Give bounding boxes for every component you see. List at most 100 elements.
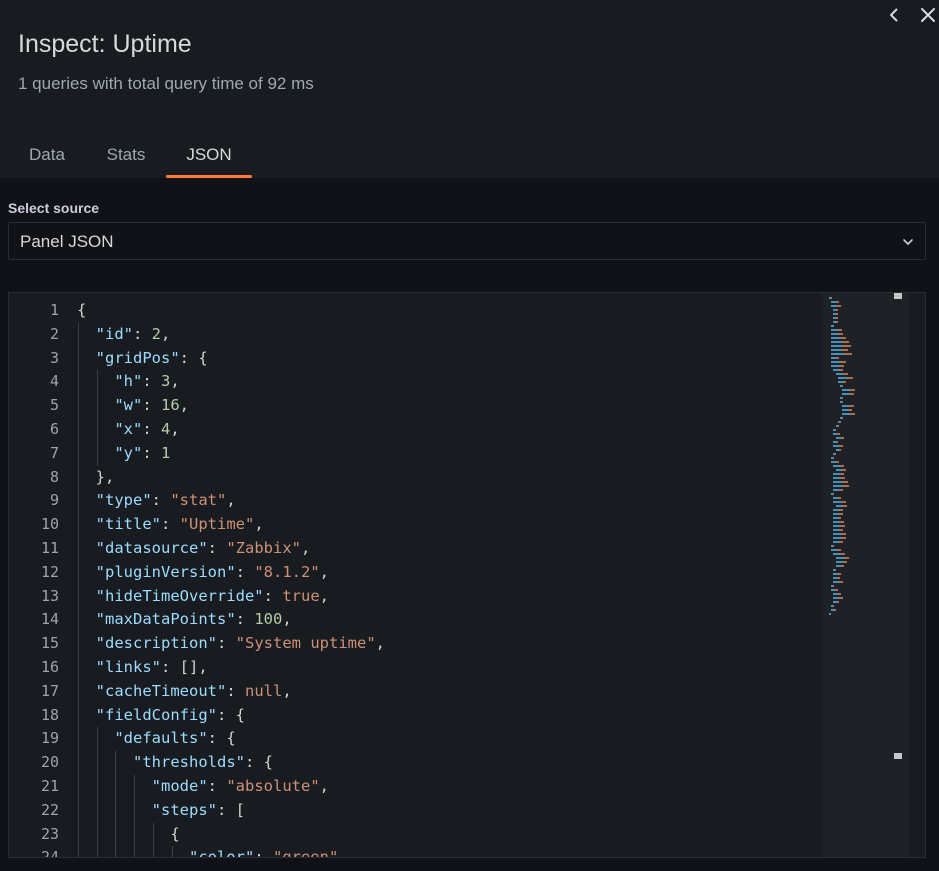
- code-line: "title": "Uptime",: [95, 515, 264, 534]
- minimap-line: [833, 517, 842, 519]
- minimap-line: [833, 525, 846, 527]
- indent-guide: [78, 775, 79, 799]
- indent-guide: [78, 537, 79, 561]
- minimap-line: [835, 557, 849, 559]
- code-line: "hideTimeOverride": true,: [95, 586, 329, 605]
- code-line: "maxDataPoints": 100,: [95, 610, 292, 629]
- minimap-line: [835, 469, 846, 471]
- indent-guide: [115, 798, 117, 823]
- select-source-label: Select source: [8, 200, 100, 216]
- minimap-line: [833, 529, 844, 531]
- indent-guide: [171, 846, 173, 857]
- indent-guide: [96, 370, 98, 395]
- minimap-line: [835, 449, 841, 451]
- minimap-line: [829, 613, 831, 615]
- tab-stats[interactable]: Stats: [104, 138, 148, 178]
- minimap-line: [833, 429, 837, 431]
- minimap-line: [831, 349, 849, 351]
- minimap-line: [833, 313, 839, 315]
- minimap-line: [833, 433, 841, 435]
- minimap-line: [831, 325, 835, 327]
- indent-guide: [96, 394, 98, 418]
- minimap-line: [835, 505, 847, 507]
- code-line: "y": 1: [114, 443, 171, 462]
- inspect-header: Inspect: Uptime 1 queries with total que…: [0, 0, 939, 178]
- minimap-line: [833, 597, 844, 599]
- minimap-line: [831, 609, 837, 611]
- indent-guide: [96, 441, 98, 466]
- minimap-line: [840, 385, 843, 387]
- indent-guide: [134, 798, 136, 823]
- minimap-line: [831, 457, 835, 459]
- line-number: 8: [49, 467, 59, 486]
- code-line: "type": "stat",: [95, 491, 236, 510]
- line-number: 4: [49, 372, 59, 391]
- close-button[interactable]: [917, 4, 939, 26]
- code-area[interactable]: { "id": 2, "gridPos": { "h": 3, "w": 16,…: [77, 299, 817, 858]
- indent-guide: [78, 394, 79, 418]
- code-line: "description": "System uptime",: [95, 634, 385, 653]
- close-icon: [921, 8, 935, 22]
- indent-guide: [134, 822, 136, 847]
- indent-guide: [78, 751, 79, 775]
- minimap-line: [831, 333, 844, 335]
- minimap-line: [833, 553, 846, 555]
- page-title: Inspect: Uptime: [18, 30, 192, 58]
- line-number-gutter: 1 2 3 4 5 6 7 8 9 10 11 12 13 14 15 16 17 18 19 20 21 22 23 24: [9, 299, 59, 858]
- line-number: 3: [49, 348, 59, 367]
- code-line: "gridPos": {: [95, 348, 208, 367]
- code-minimap[interactable]: [822, 293, 909, 857]
- code-line: "pluginVersion": "8.1.2",: [95, 562, 329, 581]
- minimap-line: [837, 381, 846, 383]
- minimap-line: [835, 437, 844, 439]
- minimap-line: [833, 541, 844, 543]
- chevron-down-icon: [903, 239, 913, 245]
- code-line: "color": "green",: [188, 848, 348, 858]
- minimap-line: [833, 601, 840, 603]
- indent-guide: [78, 322, 79, 347]
- json-tab-content: Select source Panel JSON 1 2 3 4 5 6 7 8 9 10 11 12…: [0, 178, 939, 871]
- minimap-line: [842, 389, 856, 391]
- minimap-line: [842, 409, 853, 411]
- minimap-line: [837, 377, 853, 379]
- tab-json[interactable]: JSON: [166, 138, 252, 178]
- indent-guide: [96, 846, 98, 857]
- minimap-line: [833, 321, 839, 323]
- minimap-scroll-marker: [894, 753, 902, 759]
- source-select[interactable]: Panel JSON: [8, 222, 926, 260]
- line-number: 24: [40, 848, 59, 858]
- minimap-line: [833, 533, 847, 535]
- code-line: "fieldConfig": {: [95, 705, 246, 724]
- indent-guide: [78, 703, 79, 728]
- indent-guide: [96, 822, 98, 847]
- code-line: "steps": [: [151, 800, 245, 819]
- line-number: 14: [40, 610, 59, 629]
- line-number: 18: [40, 705, 59, 724]
- code-line: "defaults": {: [114, 729, 236, 748]
- query-summary: 1 queries with total query time of 92 ms: [18, 74, 314, 93]
- tab-data[interactable]: Data: [28, 138, 66, 178]
- source-select-value: Panel JSON: [20, 232, 114, 251]
- minimap-line: [833, 441, 839, 443]
- minimap-line: [840, 417, 843, 419]
- minimap-line: [831, 549, 842, 551]
- indent-guide: [115, 822, 117, 847]
- json-code-editor[interactable]: 1 2 3 4 5 6 7 8 9 10 11 12 13 14 15 16 17 18 19 20 21 22 23 24 …: [8, 292, 926, 858]
- minimap-line: [831, 461, 840, 463]
- minimap-line: [833, 513, 844, 515]
- minimap-line: [835, 561, 847, 563]
- minimap-line: [840, 401, 843, 403]
- indent-guide: [96, 775, 98, 799]
- indent-guide: [78, 632, 79, 656]
- minimap-line: [831, 545, 835, 547]
- line-number: 20: [40, 753, 59, 772]
- minimap-line: [833, 509, 844, 511]
- indent-guide: [115, 846, 117, 857]
- minimap-line: [831, 361, 847, 363]
- indent-guide: [78, 346, 79, 371]
- collapse-drawer-button[interactable]: [883, 4, 905, 26]
- minimap-line: [831, 357, 840, 359]
- indent-guide: [78, 608, 79, 633]
- minimap-line: [840, 397, 843, 399]
- minimap-line: [831, 493, 835, 495]
